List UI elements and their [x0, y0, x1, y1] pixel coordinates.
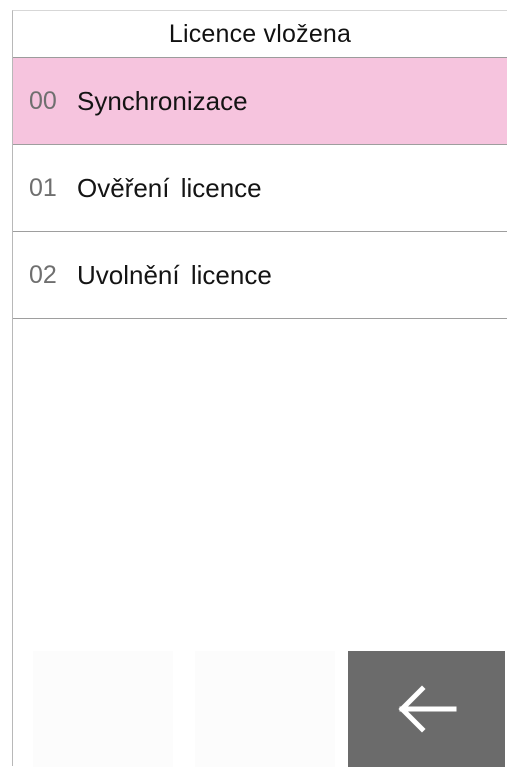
menu-list: 00 Synchronizace 01 Ověření licence 02 U…	[13, 58, 507, 319]
menu-item-overeni-licence[interactable]: 01 Ověření licence	[13, 145, 507, 232]
bottom-bar	[13, 651, 507, 767]
device-screen: Licence vložena 00 Synchronizace 01 Ověř…	[12, 10, 507, 767]
menu-item-label: Ověření licence	[77, 172, 262, 203]
menu-item-number: 01	[29, 173, 57, 202]
menu-item-label: Uvolnění licence	[77, 259, 272, 290]
arrow-left-icon	[397, 685, 456, 733]
menu-item-number: 00	[29, 86, 57, 115]
back-button[interactable]	[348, 651, 505, 767]
menu-item-label: Synchronizace	[77, 85, 248, 116]
empty-softkey-slot	[33, 651, 173, 767]
menu-item-synchronizace[interactable]: 00 Synchronizace	[13, 58, 507, 145]
empty-softkey-slot	[195, 651, 335, 767]
page-title: Licence vložena	[13, 11, 507, 58]
menu-item-number: 02	[29, 260, 57, 289]
menu-item-uvolneni-licence[interactable]: 02 Uvolnění licence	[13, 232, 507, 319]
